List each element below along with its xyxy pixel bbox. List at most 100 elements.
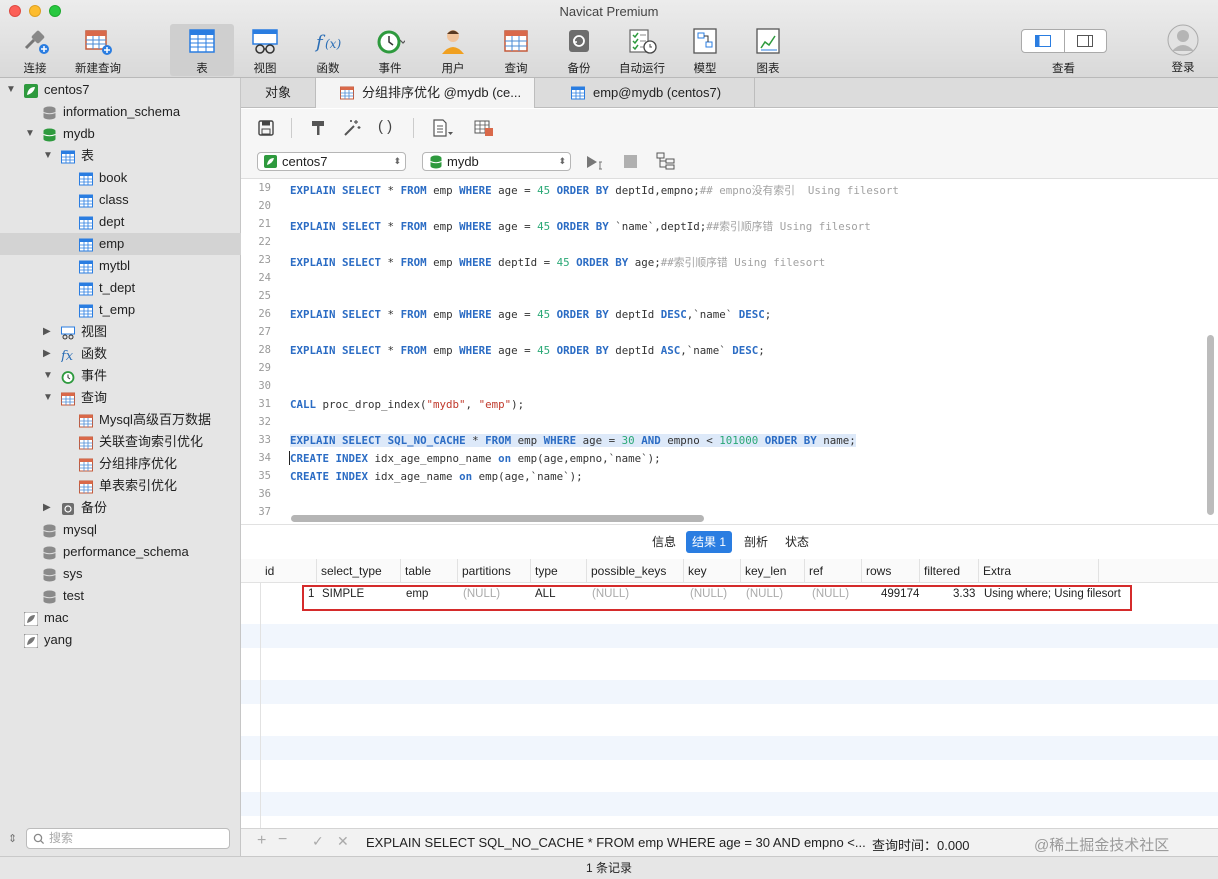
sidebar-schema-item[interactable]: mysql	[0, 519, 241, 541]
toolbar-chart-button[interactable]: 图表	[736, 24, 800, 76]
sidebar-backup-folder[interactable]: ▶ 备份	[0, 497, 241, 519]
disclosure-closed-icon[interactable]: ▶	[43, 327, 53, 337]
sidebar-table-item[interactable]: emp	[0, 233, 241, 255]
sidebar-functions-folder[interactable]: ▶ fx 函数	[0, 343, 241, 365]
sidebar-tables-folder[interactable]: ▼ 表	[0, 145, 241, 167]
database-select[interactable]: mydb ⬍	[422, 152, 571, 171]
explain-plan-icon[interactable]	[656, 152, 676, 170]
login-button[interactable]: 登录	[1160, 24, 1206, 76]
disclosure-open-icon[interactable]: ▼	[6, 85, 16, 95]
toolbar-automation-button[interactable]: 自动运行	[610, 24, 674, 76]
parentheses-icon[interactable]: ( )	[378, 118, 392, 135]
add-row-icon[interactable]: +	[257, 832, 266, 850]
sidebar-table-item[interactable]: dept	[0, 211, 241, 233]
toolbar-new-query-button[interactable]: 新建查询	[66, 24, 130, 76]
disclosure-open-icon[interactable]: ▼	[43, 371, 53, 381]
disclosure-open-icon[interactable]: ▼	[43, 151, 53, 161]
explain-icon[interactable]	[474, 119, 494, 137]
code-line[interactable]: EXPLAIN SELECT * FROM emp WHERE age = 45…	[290, 308, 771, 321]
disclosure-closed-icon[interactable]: ▶	[43, 349, 53, 359]
column-header[interactable]: key_len	[741, 559, 805, 583]
column-header[interactable]: table	[401, 559, 458, 583]
sidebar-views-folder[interactable]: ▶ 视图	[0, 321, 241, 343]
tab-info[interactable]: 信息	[646, 531, 682, 553]
disclosure-closed-icon[interactable]: ▶	[43, 503, 53, 513]
sidebar-search-input[interactable]: 搜索	[26, 828, 230, 849]
toolbar-user-button[interactable]: 用户	[421, 24, 485, 76]
chevron-updown-icon: ⬍	[393, 156, 401, 166]
line-number: 32	[258, 416, 271, 428]
sidebar-table-item[interactable]: mytbl	[0, 255, 241, 277]
column-header[interactable]: possible_keys	[587, 559, 684, 583]
column-header[interactable]: select_type	[317, 559, 401, 583]
code-line[interactable]: EXPLAIN SELECT * FROM emp WHERE age = 45…	[290, 344, 765, 357]
toolbar-event-button[interactable]: 事件	[358, 24, 422, 76]
toolbar-function-button[interactable]: f (x) 函数	[296, 24, 360, 76]
sidebar-schema-item[interactable]: test	[0, 585, 241, 607]
sidebar-events-folder[interactable]: ▼ 事件	[0, 365, 241, 387]
editor-horizontal-scrollbar[interactable]	[291, 515, 704, 522]
code-line[interactable]: CALL proc_drop_index("mydb", "emp");	[290, 398, 524, 411]
toolbar-view-button[interactable]: 视图	[233, 24, 297, 76]
tab-result-1[interactable]: 结果 1	[686, 531, 733, 553]
sidebar-connection-item[interactable]: yang	[0, 629, 241, 651]
detail-toggle-button[interactable]	[1063, 30, 1107, 52]
toolbar-connect-button[interactable]: 连接	[3, 24, 67, 76]
sql-editor[interactable]: 19 EXPLAIN SELECT * FROM emp WHERE age = …	[241, 179, 1218, 524]
column-header[interactable]: type	[531, 559, 587, 583]
magic-wand-icon[interactable]	[343, 119, 361, 137]
tab-status[interactable]: 状态	[779, 531, 815, 553]
sidebar-table-item[interactable]: book	[0, 167, 241, 189]
column-header[interactable]: filtered	[920, 559, 979, 583]
tab-query[interactable]: 分组排序优化 @mydb (ce...	[316, 78, 535, 108]
format-brush-icon[interactable]	[310, 120, 326, 136]
sidebar-toggle-button[interactable]	[1022, 30, 1064, 52]
sidebar-table-item[interactable]: class	[0, 189, 241, 211]
column-header[interactable]: ref	[805, 559, 862, 583]
toolbar-table-button[interactable]: 表	[170, 24, 234, 76]
remove-row-icon[interactable]: −	[278, 831, 287, 849]
code-line[interactable]: EXPLAIN SELECT * FROM emp WHERE age = 45…	[290, 182, 899, 198]
apply-check-icon[interactable]: ✓	[312, 833, 324, 850]
sidebar-connection-item[interactable]: mac	[0, 607, 241, 629]
tab-profile[interactable]: 剖析	[738, 531, 774, 553]
disclosure-open-icon[interactable]: ▼	[25, 129, 35, 139]
connection-select[interactable]: centos7 ⬍	[257, 152, 406, 171]
run-icon[interactable]	[586, 154, 606, 170]
sidebar-table-item[interactable]: t_dept	[0, 277, 241, 299]
code-line[interactable]: EXPLAIN SELECT SQL_NO_CACHE * FROM emp W…	[290, 434, 856, 447]
disclosure-open-icon[interactable]: ▼	[43, 393, 53, 403]
toolbar-backup-button[interactable]: 备份	[547, 24, 611, 76]
sidebar-schema-item[interactable]: performance_schema	[0, 541, 241, 563]
sidebar-connection-centos7[interactable]: ▼ centos7	[0, 79, 241, 101]
code-line[interactable]: EXPLAIN SELECT * FROM emp WHERE deptId =…	[290, 254, 825, 270]
sidebar-schema-mydb[interactable]: ▼ mydb	[0, 123, 241, 145]
column-header[interactable]: Extra	[979, 559, 1099, 583]
column-header[interactable]: key	[684, 559, 741, 583]
sidebar-queries-folder[interactable]: ▼ 查询	[0, 387, 241, 409]
sidebar-query-item[interactable]: Mysql高级百万数据	[0, 409, 241, 431]
code-line[interactable]: CREATE INDEX idx_age_name on emp(age,`na…	[290, 470, 583, 483]
code-line[interactable]: CREATE INDEX idx_age_empno_name on emp(a…	[290, 452, 661, 465]
stop-icon[interactable]	[624, 155, 637, 168]
save-icon[interactable]	[258, 120, 274, 136]
sidebar-resize-icon[interactable]: ⇕	[8, 832, 17, 845]
tab-table-emp[interactable]: emp@mydb (centos7)	[535, 78, 755, 108]
column-header[interactable]: partitions	[458, 559, 531, 583]
sidebar-query-item[interactable]: 单表索引优化	[0, 475, 241, 497]
sidebar-table-item[interactable]: t_emp	[0, 299, 241, 321]
sidebar-query-item[interactable]: 分组排序优化	[0, 453, 241, 475]
code-line[interactable]: EXPLAIN SELECT * FROM emp WHERE age = 45…	[290, 218, 871, 234]
toolbar-model-button[interactable]: 模型	[673, 24, 737, 76]
toolbar-query-button[interactable]: 查询	[484, 24, 548, 76]
column-header[interactable]: rows	[862, 559, 920, 583]
editor-vertical-scrollbar[interactable]	[1207, 335, 1214, 515]
column-header[interactable]: id	[261, 559, 317, 583]
snippet-icon[interactable]	[432, 119, 454, 137]
sidebar-schema-item[interactable]: sys	[0, 563, 241, 585]
sidebar-schema-information-schema[interactable]: information_schema	[0, 101, 241, 123]
sidebar-query-item[interactable]: 关联查询索引优化	[0, 431, 241, 453]
discard-x-icon[interactable]: ✕	[337, 833, 349, 850]
tab-objects[interactable]: 对象	[241, 78, 316, 108]
sidebar-connection-centos7-label: centos7	[44, 82, 90, 97]
